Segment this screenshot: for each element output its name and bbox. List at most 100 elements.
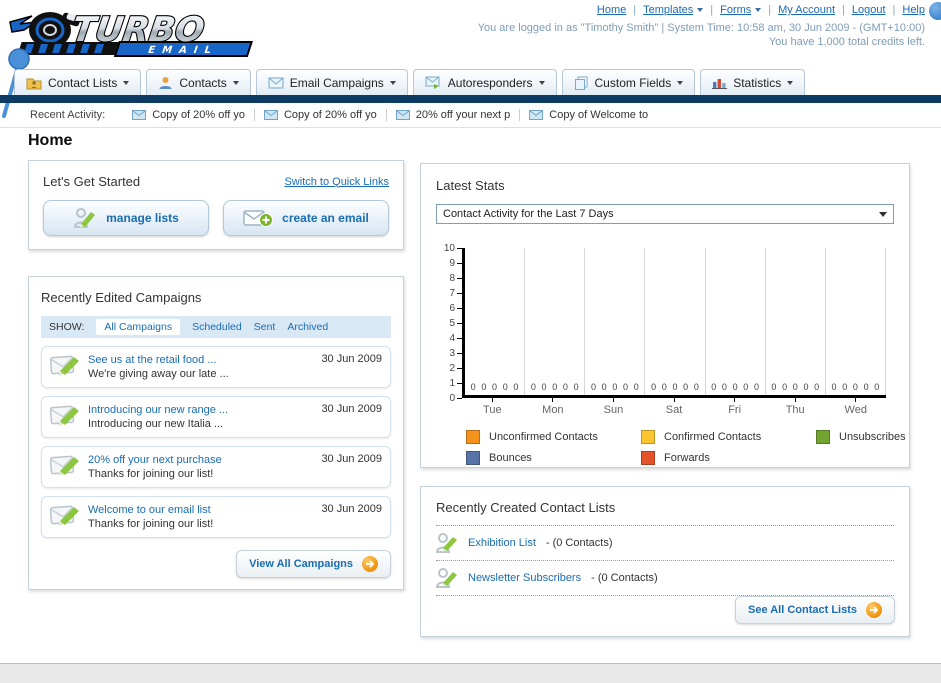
nav-separator: | — [633, 4, 637, 16]
envelope-icon — [529, 110, 544, 120]
legend-swatch — [641, 451, 655, 465]
chevron-down-icon — [787, 80, 794, 85]
nav-link-my-account[interactable]: My Account — [778, 4, 835, 16]
chart-y-axis: 0 1 2 3 4 5 6 7 8 9 10 — [436, 243, 462, 404]
tab-label: Custom Fields — [594, 75, 672, 90]
view-all-campaigns-button[interactable]: View All Campaigns — [236, 550, 391, 578]
value-label: 0 — [573, 382, 579, 392]
campaign-title-link[interactable]: 20% off your next purchase — [88, 454, 222, 466]
tab-label: Statistics — [733, 75, 782, 90]
campaign-row[interactable]: Welcome to our email list Thanks for joi… — [41, 496, 391, 538]
value-label: 0 — [513, 382, 519, 392]
campaign-filter[interactable]: All Campaigns — [96, 319, 181, 335]
footer-strip — [0, 663, 941, 683]
contact-lists-icon — [26, 78, 42, 89]
nav-link-forms[interactable]: Forms — [720, 4, 762, 16]
legend-label: Unconfirmed Contacts — [489, 431, 598, 443]
value-label: 0 — [792, 382, 798, 392]
y-tick: 4 — [449, 333, 462, 344]
legend-item: Unsubscribes — [816, 430, 906, 444]
turbo-email-logo: EMAIL TURBO — [6, 4, 276, 60]
campaign-date: 30 Jun 2009 — [321, 353, 382, 365]
campaign-row[interactable]: Introducing our new range ... Introducin… — [41, 396, 391, 438]
contact-lists-panel: Recently Created Contact Lists Exhibitio… — [420, 486, 910, 637]
recent-activity-bar: Recent Activity: Copy of 20% off yo Copy… — [0, 103, 941, 128]
credits-status: You have 1,000 total credits left. — [768, 36, 925, 48]
campaign-subtitle: Thanks for joining our list! — [88, 468, 214, 480]
tab-email-campaigns[interactable]: Email Campaigns — [255, 69, 408, 95]
contact-list-name-link[interactable]: Exhibition List — [468, 537, 536, 549]
value-label: 0 — [562, 382, 568, 392]
chart-day-group: 00000 — [465, 248, 526, 395]
autoresponders-icon — [425, 76, 440, 89]
envelope-icon — [263, 110, 278, 120]
contact-list-name-link[interactable]: Newsletter Subscribers — [468, 572, 581, 584]
tab-contact-lists[interactable]: Contact Lists — [14, 69, 142, 95]
nav-link-help[interactable]: Help — [902, 4, 925, 16]
chevron-down-icon — [697, 8, 704, 12]
value-label: 0 — [470, 382, 476, 392]
see-all-contact-lists-button[interactable]: See All Contact Lists — [734, 596, 895, 624]
contact-list-row[interactable]: Newsletter Subscribers - (0 Contacts) — [436, 560, 894, 596]
nav-link-logout[interactable]: Logout — [852, 4, 886, 16]
y-tick: 2 — [449, 363, 462, 374]
value-label: 0 — [852, 382, 858, 392]
value-label: 0 — [492, 382, 498, 392]
chevron-down-icon — [538, 80, 545, 85]
annotation-dot-icon — [929, 2, 941, 20]
chart-plot-area: 00000000000000000000000000000000000 — [462, 248, 886, 398]
show-label: SHOW: — [49, 321, 85, 333]
campaign-filter[interactable]: Scheduled — [192, 321, 242, 333]
value-label: 0 — [743, 382, 749, 392]
nav-link-templates[interactable]: Templates — [643, 4, 704, 16]
logo-turbo-text: TURBO — [70, 10, 207, 50]
x-axis-label: Wed — [825, 398, 886, 416]
nav-link-home[interactable]: Home — [597, 4, 626, 16]
recent-activity-item[interactable]: 20% off your next p — [385, 109, 520, 121]
switch-quick-links-link[interactable]: Switch to Quick Links — [284, 176, 389, 188]
campaign-subtitle: We're giving away our late ... — [88, 368, 229, 380]
legend-swatch — [466, 451, 480, 465]
campaign-title-link[interactable]: Introducing our new range ... — [88, 404, 228, 416]
x-axis-label: Sun — [583, 398, 644, 416]
tab-statistics[interactable]: Statistics — [700, 69, 806, 95]
contact-list-edit-icon — [436, 568, 457, 588]
chevron-down-icon — [123, 80, 130, 85]
value-label: 0 — [863, 382, 869, 392]
tab-autoresponders[interactable]: Autoresponders — [412, 69, 557, 95]
campaign-title-link[interactable]: See us at the retail food ... — [88, 354, 216, 366]
legend-swatch — [816, 430, 830, 444]
campaign-row[interactable]: 20% off your next purchase Thanks for jo… — [41, 446, 391, 488]
campaign-date: 30 Jun 2009 — [321, 403, 382, 415]
campaign-title-link[interactable]: Welcome to our email list — [88, 504, 211, 516]
recent-activity-item[interactable]: Copy of 20% off yo — [253, 109, 386, 121]
create-email-button[interactable]: create an email — [223, 200, 389, 236]
tab-custom-fields[interactable]: Custom Fields — [561, 69, 696, 95]
nav-separator: | — [842, 4, 845, 16]
value-label: 0 — [601, 382, 607, 392]
legend-label: Forwards — [664, 452, 710, 464]
value-label: 0 — [651, 382, 657, 392]
campaign-filter[interactable]: Archived — [287, 321, 328, 333]
recent-activity-item[interactable]: Copy of 20% off yo — [123, 109, 254, 121]
chart-day-group: 00000 — [645, 248, 706, 395]
value-label: 0 — [502, 382, 508, 392]
y-tick: 6 — [449, 303, 462, 314]
campaign-row[interactable]: See us at the retail food ... We're givi… — [41, 346, 391, 388]
x-axis-label: Thu — [765, 398, 826, 416]
tab-contacts[interactable]: Contacts — [146, 69, 251, 95]
contact-list-row[interactable]: Exhibition List - (0 Contacts) — [436, 525, 894, 560]
manage-lists-button[interactable]: manage lists — [43, 200, 209, 236]
stats-period-select[interactable]: Contact Activity for the Last 7 Days — [436, 204, 894, 224]
x-axis-label: Mon — [523, 398, 584, 416]
nav-separator: | — [892, 4, 896, 16]
recent-activity-item[interactable]: Copy of Welcome to — [519, 109, 657, 121]
campaign-date: 30 Jun 2009 — [321, 503, 382, 515]
campaign-filter[interactable]: Sent — [254, 321, 276, 333]
recent-activity-label: Recent Activity: — [30, 109, 106, 121]
legend-item: Confirmed Contacts — [641, 430, 816, 444]
contact-list-count: - (0 Contacts) — [591, 572, 658, 584]
y-tick: 10 — [444, 243, 462, 254]
see-all-contact-lists-label: See All Contact Lists — [747, 604, 857, 616]
recent-activity-item-label: Copy of 20% off yo — [152, 109, 245, 121]
